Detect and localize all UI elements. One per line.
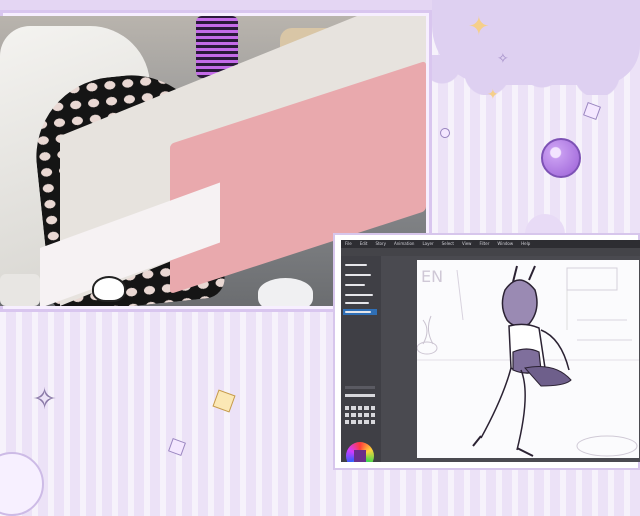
sparkle-icon: ✧ [32,382,58,417]
brush-size-swatches[interactable] [345,406,376,410]
opacity-slider[interactable] [345,394,375,397]
canvas-sign-text: EN [421,267,443,286]
menu-item-animation[interactable]: Animation [394,240,414,248]
app-toolbar [341,248,640,256]
brush-size-swatches[interactable] [345,420,376,424]
overlay-cloud-decoration [422,0,640,95]
color-wheel[interactable] [346,442,374,462]
brush-preset[interactable] [345,274,371,276]
brush-preset[interactable] [345,284,365,286]
brush-preset[interactable] [345,264,367,266]
menu-item-filter[interactable]: Filter [479,240,489,248]
sparkle-icon: ✧ [497,51,509,67]
bubble-icon [541,138,581,178]
sparkle-icon: ✦ [468,12,490,42]
bubble-icon [438,126,452,140]
menu-item-select[interactable]: Select [442,240,454,248]
brush-preset[interactable] [345,302,369,304]
brush-preset[interactable] [345,294,373,296]
menu-item-window[interactable]: Window [497,240,513,248]
app-menubar: File Edit Story Animation Layer Select View Fil… [341,240,640,248]
menu-item-view[interactable]: View [462,240,472,248]
brush-size-swatches[interactable] [345,413,376,417]
bubble-icon [0,452,44,516]
menu-item-help[interactable]: Help [521,240,530,248]
sparkle-icon: ✦ [487,87,499,103]
drawing-canvas[interactable]: EN [417,260,639,458]
cube-icon [168,438,186,456]
desk-object [0,274,40,306]
cat-face-icon [92,276,126,302]
menu-item-layer[interactable]: Layer [422,240,433,248]
cube-icon [212,389,236,413]
menu-item-story[interactable]: Story [375,240,386,248]
menu-item-edit[interactable]: Edit [360,240,368,248]
cube-icon [583,102,601,120]
menu-item-file[interactable]: File [345,240,352,248]
sketch-drawing: EN [417,265,639,457]
mouse-icon [258,278,313,306]
brush-panel [341,256,381,462]
art-app-window: File Edit Story Animation Layer Select View Fil… [341,240,640,462]
canvas-area: EN [381,256,640,462]
brush-preset[interactable] [345,311,371,313]
brush-size-slider[interactable] [345,386,375,389]
